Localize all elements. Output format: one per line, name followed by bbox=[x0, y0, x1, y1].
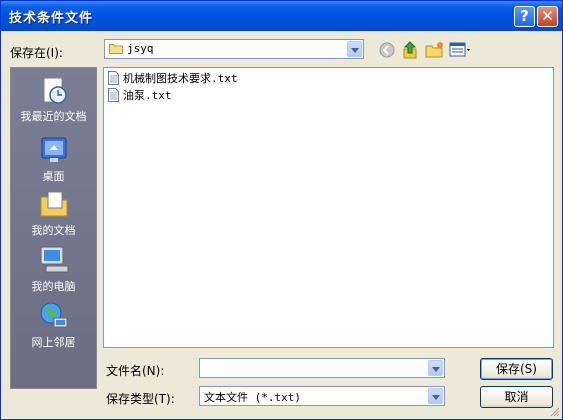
chevron-down-icon[interactable] bbox=[347, 41, 362, 57]
folder-icon bbox=[109, 44, 123, 54]
chevron-down-icon[interactable] bbox=[428, 360, 443, 376]
place-recent-documents[interactable]: 我最近的文档 bbox=[11, 74, 96, 124]
cancel-button[interactable]: 取消 bbox=[480, 386, 553, 408]
place-my-computer[interactable]: 我的电脑 bbox=[11, 244, 96, 294]
place-label: 我最近的文档 bbox=[20, 110, 87, 123]
lookin-label: 保存在(I): bbox=[10, 46, 63, 60]
lookin-combo[interactable]: jsyq bbox=[104, 39, 364, 59]
text-file-icon bbox=[108, 88, 119, 102]
file-name: 机械制图技术要求.txt bbox=[123, 72, 238, 85]
place-network[interactable]: 网上邻居 bbox=[11, 300, 96, 350]
place-label: 我的文档 bbox=[31, 224, 76, 237]
text-file-icon bbox=[108, 71, 119, 85]
my-computer-icon bbox=[40, 246, 68, 273]
file-item[interactable]: 油泵.txt bbox=[108, 87, 172, 103]
up-folder-icon[interactable] bbox=[401, 41, 421, 59]
my-documents-icon bbox=[40, 191, 67, 217]
title-bar[interactable]: 技术条件文件 ? ✕ bbox=[1, 1, 562, 31]
filetype-label: 保存类型(T): bbox=[106, 392, 175, 406]
back-icon[interactable] bbox=[377, 41, 397, 59]
file-item[interactable]: 机械制图技术要求.txt bbox=[108, 70, 238, 86]
desktop-icon bbox=[41, 137, 66, 162]
places-bar: 我最近的文档 桌面 我的文档 我的电脑 网上邻居 bbox=[10, 67, 97, 389]
save-dialog: 技术条件文件 ? ✕ 保存在(I): jsyq 我最近的文档 桌面 我的文档 我… bbox=[0, 0, 563, 420]
chevron-down-icon[interactable] bbox=[428, 388, 443, 404]
help-button[interactable]: ? bbox=[514, 6, 535, 27]
place-label: 我的电脑 bbox=[31, 280, 76, 293]
resize-grip-icon[interactable] bbox=[549, 406, 560, 417]
close-button[interactable]: ✕ bbox=[537, 6, 558, 27]
place-label: 桌面 bbox=[42, 170, 65, 183]
file-name: 油泵.txt bbox=[123, 89, 172, 102]
place-desktop[interactable]: 桌面 bbox=[11, 134, 96, 184]
file-list[interactable]: 机械制图技术要求.txt 油泵.txt bbox=[103, 67, 554, 348]
lookin-value: jsyq bbox=[127, 42, 154, 55]
filetype-select[interactable]: 文本文件 (*.txt) bbox=[199, 386, 445, 406]
view-menu-icon[interactable] bbox=[449, 41, 473, 59]
save-button[interactable]: 保存(S) bbox=[480, 358, 553, 380]
filetype-value: 文本文件 (*.txt) bbox=[204, 391, 301, 404]
recent-documents-icon bbox=[43, 77, 67, 104]
filename-field[interactable] bbox=[199, 358, 445, 378]
filename-label: 文件名(N): bbox=[106, 364, 165, 378]
window-title: 技术条件文件 bbox=[9, 11, 94, 26]
place-my-documents[interactable]: 我的文档 bbox=[11, 188, 96, 238]
place-label: 网上邻居 bbox=[31, 336, 76, 349]
new-folder-icon[interactable] bbox=[425, 41, 445, 59]
network-places-icon bbox=[40, 302, 67, 328]
